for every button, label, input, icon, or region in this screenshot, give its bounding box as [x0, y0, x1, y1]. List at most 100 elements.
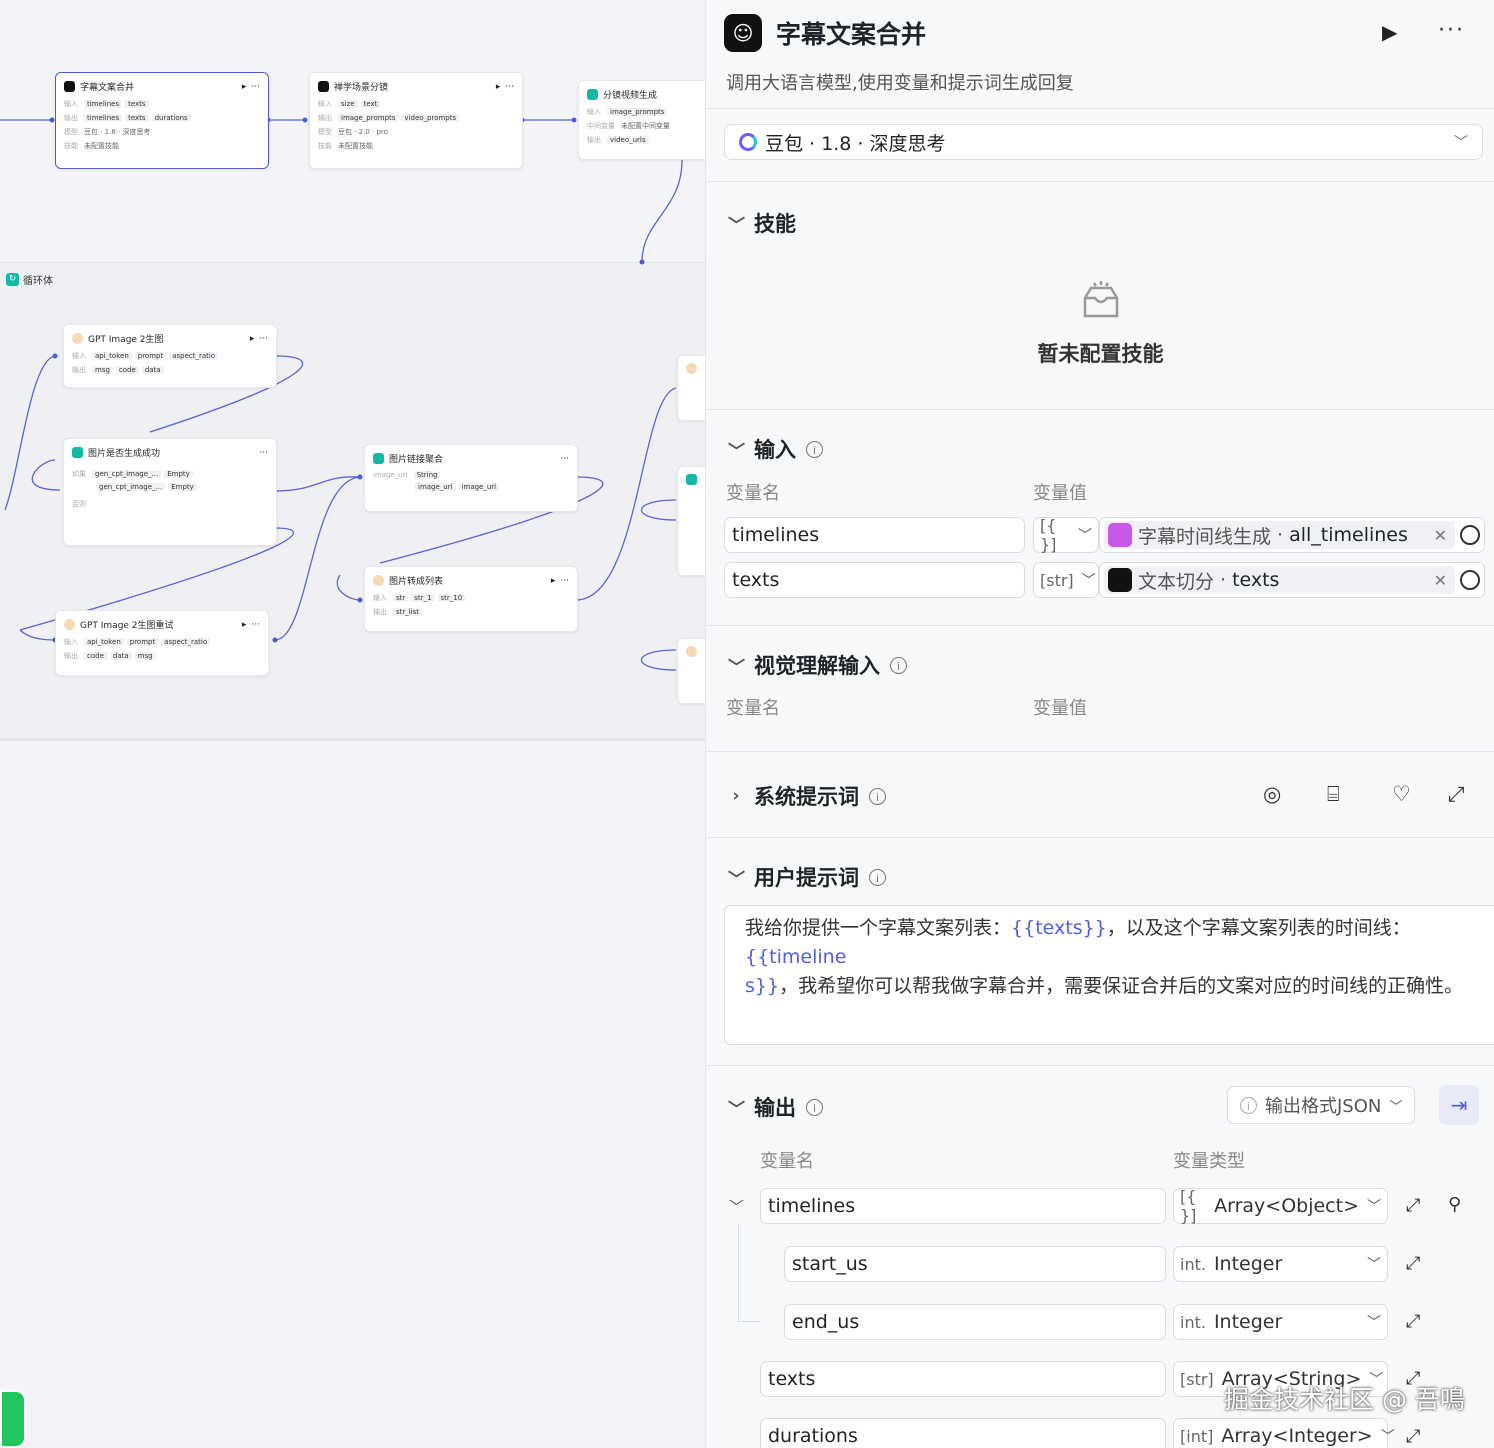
info-icon[interactable]: i: [869, 868, 886, 886]
skills-section-header[interactable]: ﹀ 技能: [728, 208, 796, 238]
compass-icon[interactable]: ◎: [1263, 782, 1281, 806]
info-icon[interactable]: i: [869, 787, 886, 805]
more-icon[interactable]: ···: [259, 334, 268, 344]
node-gpt-image[interactable]: GPT Image 2生图 ▸ ··· 输入 api_token prompt aspec…: [63, 324, 277, 388]
workflow-canvas[interactable]: ↻ 循环体 字幕文案合并 ▸ ··· 输入 timelines texts 输出…: [0, 0, 705, 1448]
output-section-header[interactable]: ﹀ 输出 i: [728, 1092, 823, 1122]
node-partial-right-3[interactable]: [677, 638, 705, 704]
chevron-down-icon: ﹀: [1367, 1257, 1381, 1273]
divider: [706, 837, 1494, 838]
cat-plugin-icon: [686, 646, 697, 657]
chevron-down-icon[interactable]: ﹀: [729, 1196, 744, 1217]
input-value-reference[interactable]: 字幕时间线生成 · all_timelines ✕: [1099, 517, 1485, 553]
add-child-icon[interactable]: ⚲: [1448, 1194, 1461, 1215]
more-icon[interactable]: ···: [259, 448, 268, 458]
panel-header: ☺ 字幕文案合并: [724, 14, 926, 52]
output-var-name-field[interactable]: start_us: [784, 1246, 1166, 1282]
clear-icon[interactable]: ✕: [1434, 526, 1447, 545]
vision-col-name: 变量名: [726, 698, 780, 719]
expand-icon[interactable]: ⤢: [1406, 1253, 1420, 1274]
import-icon[interactable]: ⇥: [1439, 1085, 1479, 1125]
aggregate-icon: [373, 453, 384, 464]
run-icon[interactable]: ▸: [551, 576, 556, 586]
node-image-check[interactable]: 图片是否生成成功 ··· 如果 gen_cpt_image_... Empty gen…: [63, 438, 277, 546]
cat-plugin-icon: [72, 333, 83, 344]
info-icon: i: [1240, 1096, 1257, 1114]
lightbulb-icon[interactable]: ♡: [1392, 782, 1411, 806]
input-type-selector[interactable]: [str] ﹀: [1033, 562, 1099, 598]
expand-icon[interactable]: ⤢: [1406, 1426, 1420, 1447]
if-icon: [686, 474, 697, 485]
node-storyboard-video[interactable]: 分镜视频生成 输入 image_prompts 中间变量 未配置中间变量 输出 vid…: [578, 80, 705, 160]
panel-title: 字幕文案合并: [776, 20, 927, 49]
system-prompt-section-header[interactable]: › 系统提示词 i: [728, 781, 886, 811]
more-icon[interactable]: ···: [1438, 18, 1465, 43]
more-icon[interactable]: ···: [251, 82, 260, 92]
watermark: 掘金技术社区 @ 吾鳴: [1224, 1385, 1465, 1414]
connection-wires: [0, 117, 683, 671]
output-var-name-field[interactable]: durations: [760, 1418, 1166, 1448]
more-icon[interactable]: ···: [560, 576, 569, 586]
model-selector[interactable]: 豆包 · 1.8 · 深度思考 ﹀: [724, 124, 1483, 160]
input-section-header[interactable]: ﹀ 输入 i: [728, 434, 823, 464]
chevron-down-icon: ﹀: [1078, 528, 1092, 544]
node-partial-right-1[interactable]: [677, 355, 705, 421]
output-var-name-field[interactable]: texts: [760, 1361, 1166, 1397]
prompt-library-icon[interactable]: ⌸: [1327, 782, 1340, 807]
user-prompt-editor[interactable]: 我给你提供一个字幕文案列表：{{texts}}，以及这个字幕文案列表的时间线：{…: [724, 905, 1494, 1045]
run-button[interactable]: ▶: [1382, 20, 1397, 44]
expand-icon[interactable]: ⤢: [1406, 1311, 1420, 1332]
side-floating-tab[interactable]: [0, 1390, 26, 1448]
input-var-name-field[interactable]: texts: [724, 562, 1025, 598]
output-type-selector[interactable]: [{ }] Array<Object> ﹀: [1173, 1187, 1388, 1225]
expand-icon[interactable]: ⤢: [1406, 1195, 1420, 1216]
node-logo-icon: [64, 81, 75, 92]
output-format-selector[interactable]: i 输出格式JSON ﹀: [1227, 1086, 1416, 1124]
more-icon[interactable]: ···: [251, 620, 260, 630]
info-icon[interactable]: i: [806, 1098, 823, 1116]
node-image-to-list[interactable]: 图片转成列表 ▸ ··· 输入 str str_1 str_10 输出 str_list: [364, 566, 578, 632]
node-config-panel: ☺ 字幕文案合并 ▶ ··· 调用大语言模型,使用变量和提示词生成回复 豆包 ·…: [705, 0, 1494, 1448]
node-subtitle-merge[interactable]: 字幕文案合并 ▸ ··· 输入 timelines texts 输出 timelines t…: [55, 72, 269, 169]
target-icon[interactable]: [1460, 570, 1480, 590]
divider: [706, 751, 1494, 752]
loop-icon: [587, 89, 598, 100]
chevron-down-icon: ﹀: [1367, 1199, 1381, 1215]
doubao-icon: [739, 133, 757, 151]
run-icon[interactable]: ▸: [250, 334, 255, 344]
input-type-selector[interactable]: [{ }] ﹀: [1033, 516, 1099, 554]
divider: [706, 181, 1494, 182]
node-gpt-image-retry[interactable]: GPT Image 2生图重试 ▸ ··· 输入 api_token prompt asp…: [55, 610, 269, 676]
divider: [706, 1065, 1494, 1066]
chevron-down-icon: ﹀: [1380, 1429, 1395, 1445]
user-prompt-section-header[interactable]: ﹀ 用户提示词 i: [728, 862, 886, 892]
run-icon[interactable]: ▸: [242, 620, 247, 630]
input-var-name-field[interactable]: timelines: [724, 517, 1025, 553]
vision-input-section-header[interactable]: ﹀ 视觉理解输入 i: [728, 650, 907, 680]
node-zen-storyboard[interactable]: 禅学场景分镜 ▸ ··· 输入 size text 输出 image_prompts vid…: [309, 72, 523, 169]
divider: [706, 625, 1494, 626]
info-icon[interactable]: i: [890, 656, 907, 674]
node-image-link-aggregate[interactable]: 图片链接聚合 ··· image_url String image_url image…: [364, 444, 578, 512]
node-logo-icon: [318, 81, 329, 92]
clear-icon[interactable]: ✕: [1434, 571, 1447, 590]
output-type-selector[interactable]: [int] Array<Integer> ﹀: [1173, 1418, 1395, 1448]
info-icon[interactable]: i: [806, 440, 823, 458]
output-type-selector[interactable]: int. Integer ﹀: [1173, 1304, 1388, 1340]
target-icon[interactable]: [1460, 525, 1480, 545]
cat-plugin-icon: [686, 363, 697, 374]
chevron-down-icon: ﹀: [728, 1099, 745, 1120]
more-icon[interactable]: ···: [505, 82, 514, 92]
panel-description: 调用大语言模型,使用变量和提示词生成回复: [726, 73, 1074, 94]
output-var-name-field[interactable]: timelines: [760, 1188, 1166, 1224]
more-icon[interactable]: ···: [560, 454, 569, 464]
run-icon[interactable]: ▸: [496, 82, 501, 92]
run-icon[interactable]: ▸: [242, 82, 247, 92]
output-var-name-field[interactable]: end_us: [784, 1304, 1166, 1340]
output-type-selector[interactable]: int. Integer ﹀: [1173, 1246, 1388, 1282]
node-partial-right-2[interactable]: [677, 466, 705, 576]
output-col-type: 变量类型: [1173, 1151, 1245, 1172]
input-value-reference[interactable]: 文本切分 · texts ✕: [1099, 562, 1485, 598]
expand-icon[interactable]: ⤢: [1448, 782, 1465, 807]
divider: [706, 409, 1494, 410]
